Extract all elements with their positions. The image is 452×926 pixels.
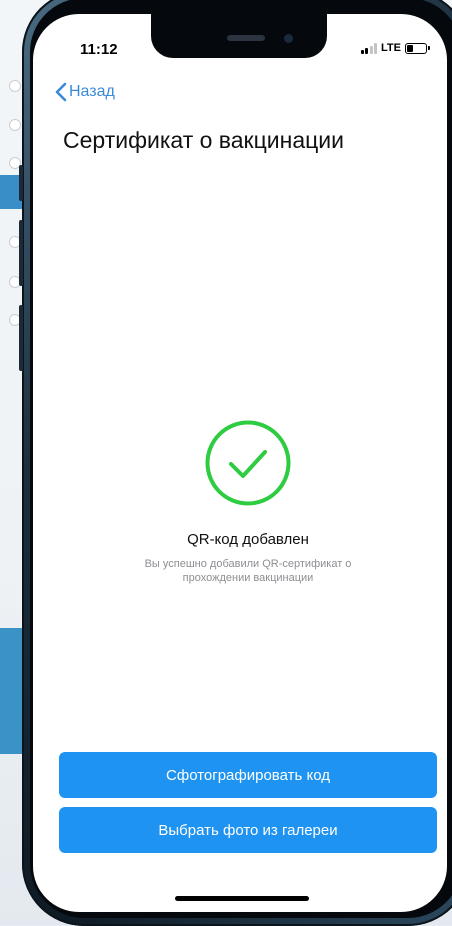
success-title: QR-код добавлен: [187, 531, 309, 548]
back-label: Назад: [69, 83, 115, 100]
success-description: Вы успешно добавили QR-сертификат о прох…: [144, 558, 352, 584]
home-indicator[interactable]: [175, 896, 309, 901]
back-button[interactable]: Назад: [55, 82, 115, 102]
choose-from-gallery-button[interactable]: Выбрать фото из галереи: [59, 807, 437, 853]
side-button: [19, 165, 23, 201]
volume-up-button: [19, 220, 23, 286]
notch: [151, 14, 327, 58]
background-radio: [9, 119, 21, 131]
signal-icon: [360, 42, 378, 54]
speaker-grille: [227, 35, 265, 41]
check-circle-icon: [205, 420, 291, 506]
status-time: 11:12: [80, 41, 118, 58]
volume-down-button: [19, 305, 23, 371]
page-title: Сертификат о вакцинации: [63, 127, 344, 153]
status-indicators: LTE: [360, 42, 430, 54]
battery-icon: [405, 42, 430, 54]
chevron-left-icon: [55, 82, 67, 102]
take-photo-button[interactable]: Сфотографировать код: [59, 752, 437, 798]
background-radio: [9, 80, 21, 92]
network-type: LTE: [381, 42, 401, 54]
front-camera: [284, 34, 293, 43]
phone-screen: 11:12 LTE Назад Сертификат о вакцинации …: [33, 14, 447, 912]
